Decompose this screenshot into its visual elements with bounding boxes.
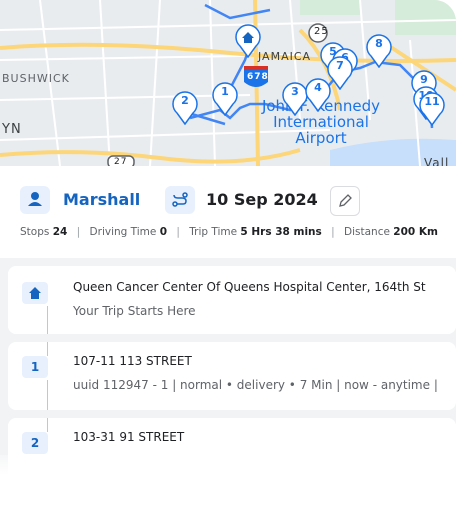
timeline-connector (47, 380, 48, 410)
home-icon (29, 287, 41, 299)
stop-card-1[interactable]: 1 107-11 113 STREET uuid 112947 - 1 | no… (8, 342, 456, 410)
stops-value: 24 (52, 226, 68, 238)
timeline-connector (47, 342, 48, 356)
map-marker-7[interactable]: 7 (326, 56, 354, 90)
driving-time-label: Driving Time (89, 226, 157, 238)
map-marker-1[interactable]: 1 (211, 82, 239, 116)
stop-subtitle: uuid 112947 - 1 | normal • delivery • 7 … (73, 378, 438, 392)
stop-title: Queen Cancer Center Of Queens Hospital C… (73, 280, 426, 294)
driver-icon-box (20, 186, 50, 214)
map-label-bushwick: BUSHWICK (2, 72, 70, 85)
map-marker-label: 2 (181, 94, 189, 107)
map-marker-label: 7 (336, 59, 344, 72)
stop-subtitle: Your Trip Starts Here (73, 304, 196, 318)
route-icon (172, 192, 188, 207)
stops-label: Stops (20, 226, 50, 238)
map-label-vall: Vall (424, 156, 450, 166)
pencil-icon (339, 194, 352, 207)
highway-25-label: 25 (314, 26, 329, 37)
map-marker-label: 1 (221, 85, 229, 98)
map-label-yn: YN (2, 122, 22, 137)
map-marker-label: 8 (375, 37, 383, 50)
map-label-jamaica: JAMAICA (258, 50, 312, 63)
bottom-fade (0, 455, 469, 512)
stop-number-badge: 2 (22, 432, 48, 454)
home-badge (22, 282, 48, 304)
map-marker-11[interactable]: 11 (418, 92, 446, 126)
map-pin-home-icon (235, 24, 261, 58)
map-marker-home[interactable] (234, 24, 262, 58)
trip-date: 10 Sep 2024 (206, 190, 318, 209)
trip-time-value: 5 Hrs 38 mins (240, 226, 322, 238)
driving-time-value: 0 (159, 226, 168, 238)
edit-trip-button[interactable] (330, 186, 360, 216)
stop-title: 103-31 91 STREET (73, 430, 185, 444)
map-marker-label: 11 (424, 95, 440, 108)
driver-name[interactable]: Marshall (63, 190, 140, 209)
stop-card-start[interactable]: Queen Cancer Center Of Queens Hospital C… (8, 266, 456, 334)
map-marker-8[interactable]: 8 (365, 34, 393, 68)
timeline-connector (47, 306, 48, 334)
timeline-connector (47, 418, 48, 432)
map-marker-2[interactable]: 2 (171, 91, 199, 125)
route-678-label: 678 (247, 72, 269, 82)
trip-time-label: Trip Time (189, 226, 238, 238)
highway-27-label: 27 (114, 157, 128, 166)
distance-label: Distance (344, 226, 390, 238)
trip-header: Marshall 10 Sep 2024 (20, 186, 456, 216)
stop-number-badge: 1 (22, 356, 48, 378)
stop-title: 107-11 113 STREET (73, 354, 192, 368)
map-marker-label: 9 (420, 73, 428, 86)
route-icon-box (165, 186, 195, 214)
route-map[interactable]: 25 27 678 BUSHWICK YN JAMAICA Vall John … (0, 0, 456, 166)
trip-stats: Stops 24 | Driving Time 0 | Trip Time 5 … (20, 226, 438, 238)
distance-value: 200 Km (393, 226, 438, 238)
person-icon (28, 192, 42, 206)
